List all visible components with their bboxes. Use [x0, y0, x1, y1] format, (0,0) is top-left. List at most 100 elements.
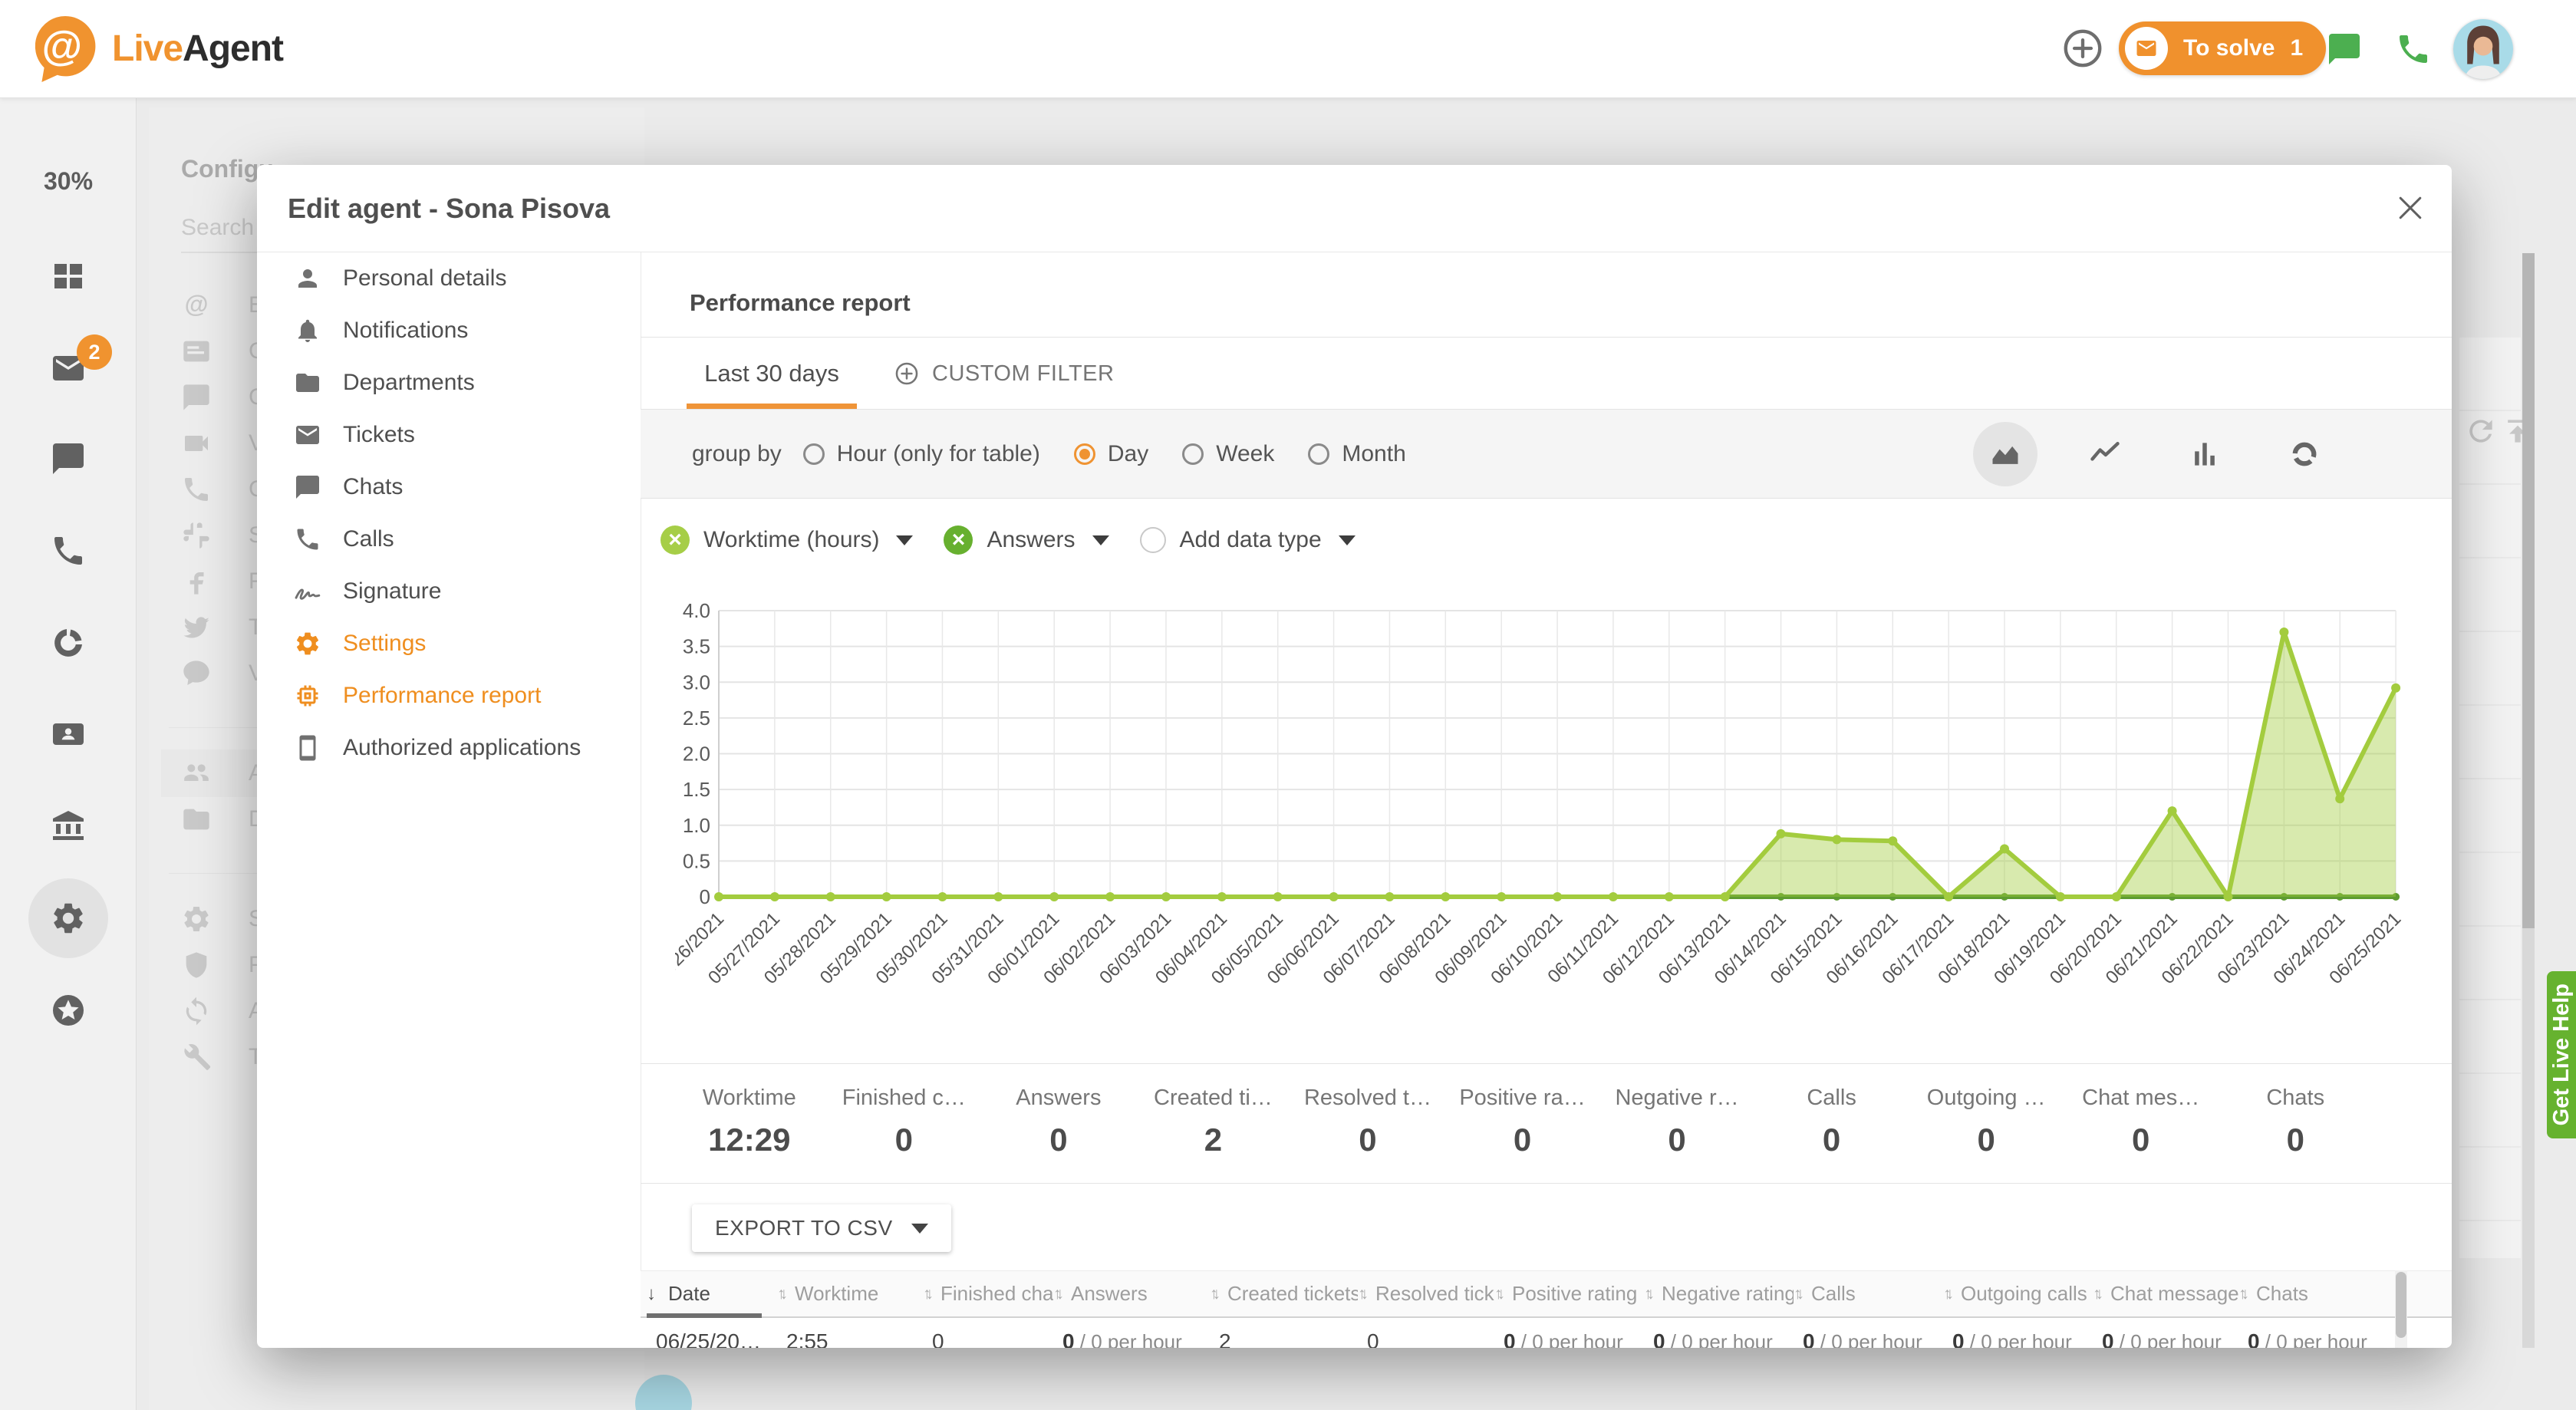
groupby-radio-day[interactable]: Day: [1074, 441, 1148, 467]
sort-icon: ↑↓: [1943, 1285, 1948, 1303]
sort-icon: ↑↓: [1794, 1285, 1799, 1303]
column-header-created-tickets[interactable]: ↑↓Created tickets: [1210, 1271, 1358, 1316]
phone-button[interactable]: [2395, 31, 2432, 68]
column-header-chats[interactable]: ↑↓Chats: [2238, 1271, 2392, 1316]
to-solve-button[interactable]: To solve 1: [2119, 21, 2326, 75]
chip-label: Worktime (hours): [703, 527, 879, 553]
chart-type-switcher: [1973, 410, 2337, 499]
modal-menu-item-settings[interactable]: Settings: [257, 618, 641, 670]
tab-last-30-days[interactable]: Last 30 days: [687, 338, 857, 410]
sidebar-item-starred[interactable]: [50, 992, 87, 1029]
column-header-worktime[interactable]: ↑↓Worktime: [777, 1271, 923, 1316]
chat-icon: [294, 473, 321, 501]
bar-chart-button[interactable]: [2172, 422, 2237, 486]
groupby-radio-month[interactable]: Month: [1308, 441, 1405, 467]
svg-text:3.5: 3.5: [683, 635, 710, 658]
sidebar-item-calls[interactable]: [50, 532, 87, 569]
sidebar-item-configuration[interactable]: [50, 900, 87, 937]
svg-text:4.0: 4.0: [683, 599, 710, 622]
chevron-down-icon[interactable]: [1339, 535, 1356, 545]
svg-text:@: @: [41, 23, 82, 69]
modal-menu-item-label: Chats: [343, 474, 403, 500]
groupby-radio-hour-only-for-table[interactable]: Hour (only for table): [803, 441, 1040, 467]
column-header-calls[interactable]: ↑↓ Calls: [1794, 1271, 1943, 1316]
add-button[interactable]: [2060, 26, 2105, 71]
table-scrollbar-thumb[interactable]: [2396, 1272, 2406, 1338]
sidebar-item-billing[interactable]: [50, 808, 87, 845]
remove-datatype-icon[interactable]: ×: [944, 525, 973, 555]
chip-label: Add data type: [1180, 527, 1322, 553]
table-row[interactable]: 06/25/20…2:5500 / 0 per hour200 / 0 per …: [641, 1318, 2452, 1348]
chat-button[interactable]: [2326, 31, 2363, 68]
column-label: Calls: [1811, 1282, 1856, 1306]
column-header-negative-rating[interactable]: ↑↓Negative rating: [1644, 1271, 1794, 1316]
datatype-chip-answers[interactable]: ×Answers: [944, 525, 1108, 555]
line-chart-button[interactable]: [2073, 422, 2137, 486]
radio-label: Week: [1216, 441, 1274, 467]
stat-value: 0: [1599, 1122, 1754, 1158]
remove-datatype-icon[interactable]: ×: [660, 525, 690, 555]
column-header-resolved-tickets[interactable]: ↑↓Resolved tickets: [1358, 1271, 1494, 1316]
stat-label: Chats: [2218, 1086, 2373, 1111]
custom-filter-label: CUSTOM FILTER: [932, 361, 1114, 387]
stat-value: 0: [827, 1122, 982, 1158]
column-header-finished-chats[interactable]: ↑↓Finished chats: [923, 1271, 1053, 1316]
modal-menu-item-calls[interactable]: Calls: [257, 513, 641, 565]
get-live-help-tab[interactable]: Get Live Help: [2547, 971, 2576, 1138]
chevron-down-icon[interactable]: [1092, 535, 1109, 545]
close-icon[interactable]: [2393, 191, 2427, 225]
tab-custom-filter[interactable]: CUSTOM FILTER: [894, 338, 1114, 410]
report-table-body: 06/25/20…2:5500 / 0 per hour200 / 0 per …: [641, 1318, 2452, 1348]
data-type-chips: × Worktime (hours) ×Answers Add data type: [641, 499, 2452, 581]
column-header-chat-messages[interactable]: ↑↓Chat messages: [2093, 1271, 2238, 1316]
viber-icon: [181, 658, 212, 689]
chevron-down-icon[interactable]: [896, 535, 913, 545]
modal-menu-item-signature[interactable]: Signature: [257, 565, 641, 618]
datatype-chip-worktime-hours[interactable]: × Worktime (hours): [660, 525, 913, 555]
page-scrollbar-thumb: [2522, 253, 2535, 928]
groupby-radio-week[interactable]: Week: [1182, 441, 1274, 467]
stat-label: Created ti…: [1136, 1086, 1291, 1111]
modal-menu-item-departments[interactable]: Departments: [257, 357, 641, 409]
modal-menu-item-label: Signature: [343, 578, 441, 605]
radio-unselected-icon: [1182, 443, 1204, 465]
add-data-type-button[interactable]: Add data type: [1140, 527, 1356, 553]
stat-calls: Calls0: [1754, 1072, 1909, 1179]
table-cell: 0: [1358, 1329, 1494, 1349]
modal-menu-item-personal-details[interactable]: Personal details: [257, 252, 641, 305]
column-header-outgoing-calls[interactable]: ↑↓Outgoing calls: [1943, 1271, 2093, 1316]
sidebar-item-customers[interactable]: [50, 716, 87, 753]
modal-menu-item-tickets[interactable]: Tickets: [257, 409, 641, 461]
modal-menu-item-authorized-applications[interactable]: Authorized applications: [257, 722, 641, 774]
export-to-csv-button[interactable]: EXPORT TO CSV: [692, 1204, 951, 1252]
app-sidebar: 30% 2: [0, 98, 137, 1410]
stat-finished-c: Finished c…0: [827, 1072, 982, 1179]
table-cell: 0 / 0 per hour: [2238, 1329, 2392, 1349]
table-cell: 2:55: [777, 1329, 923, 1349]
modal-menu-item-chats[interactable]: Chats: [257, 461, 641, 513]
chipset-icon: [294, 682, 321, 710]
sort-icon: ↑↓: [2238, 1285, 2244, 1303]
column-header-positive-rating[interactable]: ↑↓Positive rating: [1494, 1271, 1644, 1316]
radio-label: Hour (only for table): [837, 441, 1040, 467]
stat-label: Resolved t…: [1290, 1086, 1445, 1111]
donut-chart-button[interactable]: [2272, 422, 2337, 486]
sort-icon: ↓: [647, 1283, 656, 1305]
smartphone-icon: [294, 734, 321, 762]
column-header-answers[interactable]: ↑↓Answers: [1053, 1271, 1210, 1316]
avatar[interactable]: [2453, 19, 2513, 79]
column-header-date[interactable]: ↓Date: [647, 1271, 777, 1316]
modal-menu-item-label: Tickets: [343, 422, 415, 448]
sidebar-item-reports[interactable]: [50, 624, 87, 661]
svg-text:0.5: 0.5: [683, 849, 710, 872]
sidebar-item-chats[interactable]: [50, 440, 87, 477]
sidebar-item-dashboard[interactable]: [50, 258, 87, 295]
modal-menu-item-notifications[interactable]: Notifications: [257, 305, 641, 357]
modal-menu-item-performance-report[interactable]: Performance report: [257, 670, 641, 722]
area-chart-button[interactable]: [1973, 422, 2037, 486]
background-table-edge: [2459, 338, 2521, 1258]
section-title: Performance report: [690, 289, 911, 317]
stat-label: Outgoing …: [1909, 1086, 2064, 1111]
column-label: Positive rating: [1512, 1282, 1637, 1306]
stat-chat-mes: Chat mes…0: [2064, 1072, 2219, 1179]
